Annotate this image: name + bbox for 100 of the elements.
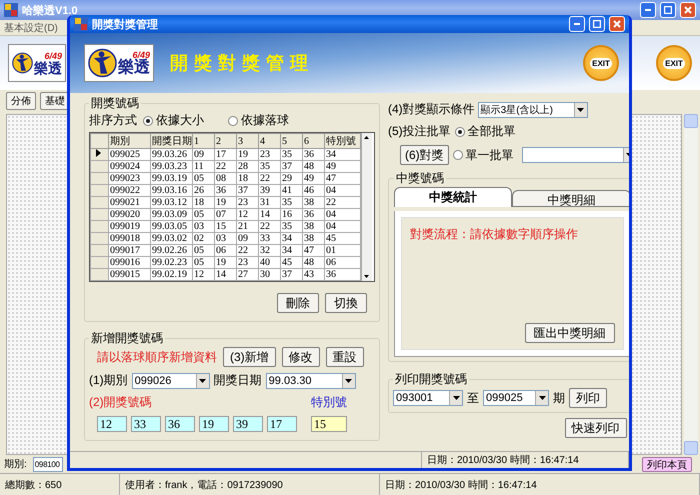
column-header[interactable]: 期別 [108, 134, 150, 148]
close-button[interactable] [680, 2, 696, 18]
radio-button[interactable] [143, 116, 153, 126]
action-button[interactable]: 切換 [325, 293, 367, 313]
table-cell: 099025 [108, 148, 150, 160]
radio-button[interactable] [454, 126, 465, 136]
print-button[interactable]: 列印 [569, 388, 607, 408]
radio-button[interactable] [452, 150, 463, 160]
table-cell: 12 [192, 268, 214, 280]
table-cell: 27 [236, 268, 258, 280]
period-dropdown[interactable]: 099026 [132, 372, 210, 388]
radio-button[interactable] [228, 116, 238, 126]
minimize-icon [574, 23, 580, 25]
toolbar-button[interactable]: 基礎 [40, 92, 70, 110]
number-field[interactable]: 12 [97, 416, 127, 432]
table-cell: 99.03.26 [150, 148, 192, 160]
column-header[interactable]: 3 [236, 134, 258, 148]
logo-number: 6/49 [44, 52, 62, 60]
table-cell: 36 [302, 208, 324, 220]
table-cell: 05 [192, 172, 214, 184]
tab[interactable]: 中獎統計 [394, 187, 512, 207]
close-button[interactable] [609, 16, 625, 32]
minimize-button[interactable] [569, 16, 585, 32]
toolbar-button[interactable]: 分佈 [6, 92, 36, 110]
action-button[interactable]: 修改 [282, 347, 320, 367]
minimize-button[interactable] [640, 2, 656, 18]
table-cell: 12 [236, 208, 258, 220]
table-cell: 05 [192, 256, 214, 268]
from-dropdown[interactable]: 093001 [393, 390, 463, 406]
table-cell: 05 [192, 244, 214, 256]
number-field[interactable]: 19 [199, 416, 229, 432]
quick-print-button[interactable]: 快速列印 [564, 418, 627, 438]
radio-option[interactable]: 單一批單 [452, 146, 514, 164]
table-cell: 05 [192, 208, 214, 220]
tab[interactable]: 中獎明細 [512, 190, 629, 207]
hint-text: 請以落球順序新增資料 [97, 348, 217, 366]
column-header[interactable]: 1 [192, 134, 214, 148]
table-cell: 35 [280, 196, 302, 208]
table-cell: 17 [214, 148, 236, 160]
number-field[interactable]: 17 [267, 416, 297, 432]
table-cell: 099019 [108, 220, 150, 232]
table-cell: 41 [280, 184, 302, 196]
radio-option[interactable]: 依據大小 [143, 112, 204, 129]
column-header[interactable]: 2 [214, 134, 236, 148]
number-field[interactable]: 39 [233, 416, 263, 432]
special-label: 特別號 [311, 394, 347, 411]
column-header[interactable]: 5 [280, 134, 302, 148]
radio-label: 依據大小 [156, 112, 204, 129]
table-cell: 31 [258, 196, 280, 208]
export-button[interactable]: 匯出中獎明細 [524, 323, 615, 343]
table-cell: 14 [214, 268, 236, 280]
table-cell: 33 [258, 232, 280, 244]
table-cell: 099018 [108, 232, 150, 244]
date-dropdown[interactable]: 99.03.30 [266, 372, 356, 388]
table-cell: 39 [258, 184, 280, 196]
exit-button[interactable]: EXIT [583, 45, 619, 81]
match-button[interactable]: (6)對獎 [400, 145, 449, 165]
column-header[interactable]: 6 [302, 134, 324, 148]
table-cell: 99.03.02 [150, 232, 192, 244]
print-page-button[interactable]: 列印本頁 [642, 456, 692, 472]
action-button[interactable]: 重設 [326, 347, 364, 367]
action-button[interactable]: 刪除 [277, 293, 319, 313]
action-button[interactable]: (3)新增 [223, 347, 276, 367]
exit-button[interactable]: EXIT [656, 45, 692, 81]
table-cell: 19 [214, 256, 236, 268]
status-text: 日期：2010/03/30 時間：16:47:14 [380, 474, 700, 495]
table-cell: 99.03.19 [150, 172, 192, 184]
number-field[interactable]: 33 [131, 416, 161, 432]
table-cell: 38 [302, 220, 324, 232]
table-cell: 22 [258, 220, 280, 232]
close-icon [613, 20, 621, 28]
column-header[interactable]: 特別號 [324, 134, 360, 148]
row-indicator[interactable] [90, 148, 108, 160]
table-cell: 99.03.12 [150, 196, 192, 208]
period-field[interactable]: 098100 [32, 456, 63, 472]
app-icon [4, 3, 18, 17]
number-field[interactable]: 36 [165, 416, 195, 432]
table-cell: 07 [214, 208, 236, 220]
maximize-button[interactable] [589, 16, 605, 32]
logo-figure-icon [88, 48, 117, 78]
scrollbar[interactable] [361, 133, 372, 281]
caret-icon [345, 378, 352, 382]
scrollbar[interactable] [684, 114, 698, 455]
logo-name: 樂透 [34, 60, 62, 74]
table-cell: 30 [258, 268, 280, 280]
condition-dropdown[interactable]: 顯示3星(含以上) [478, 102, 588, 118]
special-number-field[interactable]: 15 [311, 416, 347, 432]
table-cell: 099020 [108, 208, 150, 220]
radio-label: 單一批單 [466, 146, 514, 164]
bet-dropdown[interactable] [522, 147, 629, 163]
radio-option[interactable]: 全部批單 [454, 123, 516, 140]
to-dropdown[interactable]: 099025 [483, 390, 549, 406]
maximize-button[interactable] [660, 2, 676, 18]
menu-item[interactable]: 基本設定(D) [4, 20, 58, 34]
table-cell: 99.02.26 [150, 244, 192, 256]
radio-option[interactable]: 依據落球 [228, 112, 289, 129]
column-header[interactable]: 4 [258, 134, 280, 148]
column-header[interactable]: 開獎日期 [150, 134, 192, 148]
condition-label: (4)對獎顯示條件 [388, 101, 475, 118]
logo-number: 6/49 [132, 50, 150, 60]
